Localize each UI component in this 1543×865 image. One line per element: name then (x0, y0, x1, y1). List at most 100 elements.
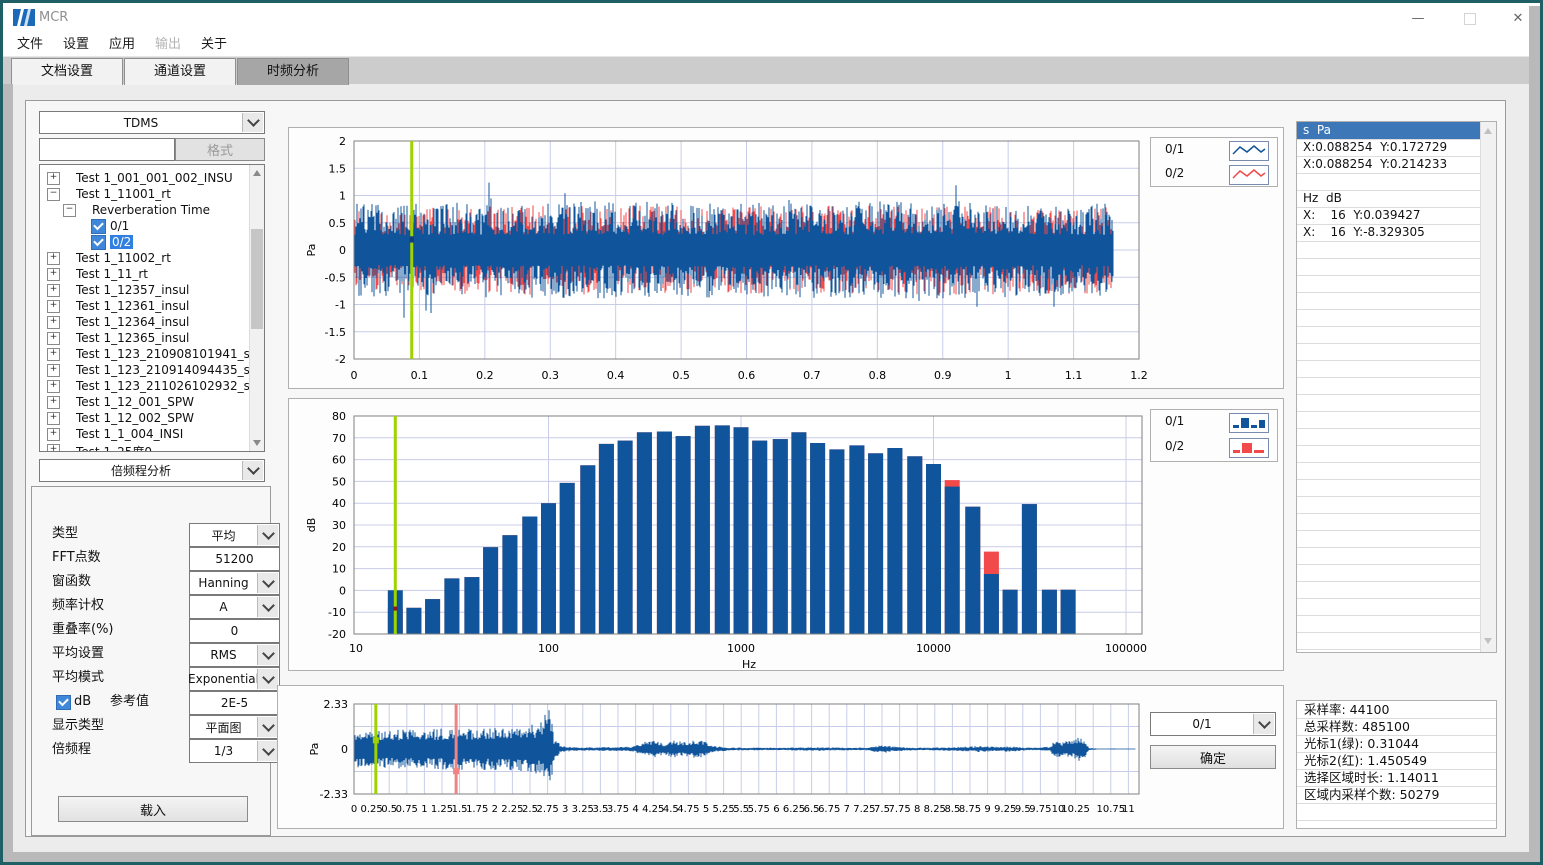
combo-dropdown-button[interactable] (257, 525, 278, 545)
readout-row: X: 16 Y:-8.329305 (1297, 224, 1480, 242)
scroll-down-icon[interactable] (1484, 638, 1492, 644)
tree-row[interactable]: +Test 1_12361_insul (40, 298, 250, 314)
field-combo-10[interactable]: 1/3 (189, 739, 280, 763)
time-overview-chart[interactable]: 2.330-2.33Pa00.250.50.7511.251.51.7522.2… (278, 686, 1285, 830)
expand-plus-icon[interactable]: + (47, 364, 60, 377)
field-combo-6[interactable]: RMS (189, 643, 280, 667)
field-input-2[interactable]: 51200 (189, 547, 280, 571)
expand-plus-icon[interactable]: + (47, 348, 60, 361)
overview-channel-combo[interactable]: 0/1 (1150, 712, 1276, 736)
tree-row[interactable]: +Test 1_11002_rt (40, 250, 250, 266)
tab-3[interactable]: 时频分析 (237, 58, 349, 85)
checkbox-checked-icon[interactable] (91, 235, 106, 250)
readout-scrollbar[interactable] (1480, 122, 1496, 652)
tree-row[interactable]: 0/2 (40, 234, 250, 250)
combo-dropdown-button[interactable] (257, 645, 278, 665)
readout-row (1297, 394, 1480, 412)
field-combo-7[interactable]: Exponential (189, 667, 280, 691)
x-tick-label: 1 (1005, 369, 1012, 382)
menu-item-1[interactable]: 文件 (11, 35, 49, 55)
y-tick-label: -2 (335, 353, 346, 366)
expand-plus-icon[interactable]: + (47, 332, 60, 345)
combo-dropdown-button[interactable] (257, 573, 278, 593)
time-zoom-chart[interactable]: 21.510.50-0.5-1-1.5-200.10.20.30.40.50.6… (289, 128, 1285, 390)
expand-plus-icon[interactable]: + (47, 284, 60, 297)
tree-row[interactable]: +Test 1_12365_insul (40, 330, 250, 346)
tree-row[interactable]: +Test 1_25度0 (40, 442, 250, 452)
field-combo-1[interactable]: 平均 (189, 523, 280, 547)
file-format-combo-dropdown[interactable] (242, 113, 263, 132)
combo-dropdown-button[interactable] (257, 717, 278, 737)
tree-row[interactable]: +Test 1_12_001_SPW (40, 394, 250, 410)
analysis-type-combo[interactable]: 倍频程分析 (39, 459, 265, 482)
expand-plus-icon[interactable]: + (47, 252, 60, 265)
file-format-combo[interactable]: TDMS (39, 111, 265, 134)
expand-plus-icon[interactable]: + (47, 444, 60, 452)
tab-1[interactable]: 文档设置 (11, 58, 123, 85)
tree-row[interactable]: +Test 1_123_210914094435_spw (40, 362, 250, 378)
checkbox-checked-icon[interactable] (91, 219, 106, 234)
combo-dropdown-button[interactable] (257, 669, 278, 689)
tree-row[interactable]: +Test 1_12_002_SPW (40, 410, 250, 426)
tab-2[interactable]: 通道设置 (124, 58, 236, 85)
menu-item-3[interactable]: 应用 (103, 35, 141, 55)
octave-spectrum-chart[interactable]: 80706050403020100-10-2010100100010000100… (289, 399, 1285, 672)
field-combo-9[interactable]: 平面图 (189, 715, 280, 739)
scroll-up-icon[interactable] (1484, 128, 1492, 134)
tree-row[interactable]: +Test 1_12364_insul (40, 314, 250, 330)
tree-scrollbar[interactable] (249, 165, 264, 451)
file-tree[interactable]: +Test 1_001_001_002_INSU−Test 1_11001_rt… (39, 164, 265, 452)
legend-line-icon[interactable] (1229, 141, 1269, 161)
tree-row[interactable]: +Test 1_123_210908101941_spw (40, 346, 250, 362)
tree-row[interactable]: +Test 1_12357_insul (40, 282, 250, 298)
search-input[interactable] (39, 138, 175, 161)
field-combo-3[interactable]: Hanning (189, 571, 280, 595)
combo-dropdown-button[interactable] (257, 597, 278, 617)
db-checkbox-checked-icon[interactable] (56, 695, 71, 710)
field-input-5[interactable]: 0 (189, 619, 280, 643)
collapse-minus-icon[interactable]: − (63, 204, 76, 217)
scroll-up-icon[interactable] (253, 170, 261, 176)
tree-row[interactable]: −Test 1_11001_rt (40, 186, 250, 202)
tree-row[interactable]: +Test 1_1_004_INSI (40, 426, 250, 442)
expand-plus-icon[interactable]: + (47, 396, 60, 409)
expand-plus-icon[interactable]: + (47, 300, 60, 313)
confirm-button[interactable]: 确定 (1150, 745, 1276, 769)
tree-row[interactable]: +Test 1_001_001_002_INSU (40, 170, 250, 186)
x-tick-label: 1.75 (466, 804, 488, 815)
legend-line-icon[interactable] (1229, 165, 1269, 185)
x-tick-label: 1.25 (431, 804, 453, 815)
scrollbar-thumb[interactable] (251, 229, 263, 329)
legend-bar-icon[interactable] (1229, 438, 1269, 458)
expand-plus-icon[interactable]: + (47, 380, 60, 393)
tree-row[interactable]: −Reverberation Time (40, 202, 250, 218)
analysis-type-combo-dropdown[interactable] (242, 461, 263, 480)
tree-row[interactable]: 0/1 (40, 218, 250, 234)
chevron-down-icon (262, 527, 275, 540)
collapse-minus-icon[interactable]: − (47, 188, 60, 201)
field-combo-4[interactable]: A (189, 595, 280, 619)
expand-plus-icon[interactable]: + (47, 412, 60, 425)
readout-row: X:0.088254 Y:0.172729 (1297, 139, 1480, 157)
scroll-down-icon[interactable] (253, 440, 261, 446)
format-button[interactable]: 格式 (175, 138, 265, 161)
menu-item-2[interactable]: 设置 (57, 35, 95, 55)
legend-bar-icon[interactable] (1229, 413, 1269, 433)
menu-item-4[interactable]: 输出 (149, 35, 187, 55)
tree-row[interactable]: +Test 1_123_211026102932_spw (40, 378, 250, 394)
minimize-button[interactable]: — (1398, 7, 1438, 31)
expand-plus-icon[interactable]: + (47, 316, 60, 329)
load-button[interactable]: 载入 (58, 796, 248, 822)
x-tick-label: 5 (703, 804, 709, 815)
maximize-button[interactable] (1450, 7, 1490, 31)
field-label: 显示类型 (52, 715, 104, 737)
tree-row[interactable]: +Test 1_11_rt (40, 266, 250, 282)
menu-item-5[interactable]: 关于 (195, 35, 233, 55)
overview-channel-combo-dropdown[interactable] (1253, 714, 1274, 734)
cursor-readout-list[interactable]: s PaX:0.088254 Y:0.172729X:0.088254 Y:0.… (1296, 121, 1497, 653)
expand-plus-icon[interactable]: + (47, 172, 60, 185)
reference-value-input[interactable]: 2E-5 (189, 691, 280, 715)
expand-plus-icon[interactable]: + (47, 428, 60, 441)
combo-dropdown-button[interactable] (257, 741, 278, 761)
expand-plus-icon[interactable]: + (47, 268, 60, 281)
